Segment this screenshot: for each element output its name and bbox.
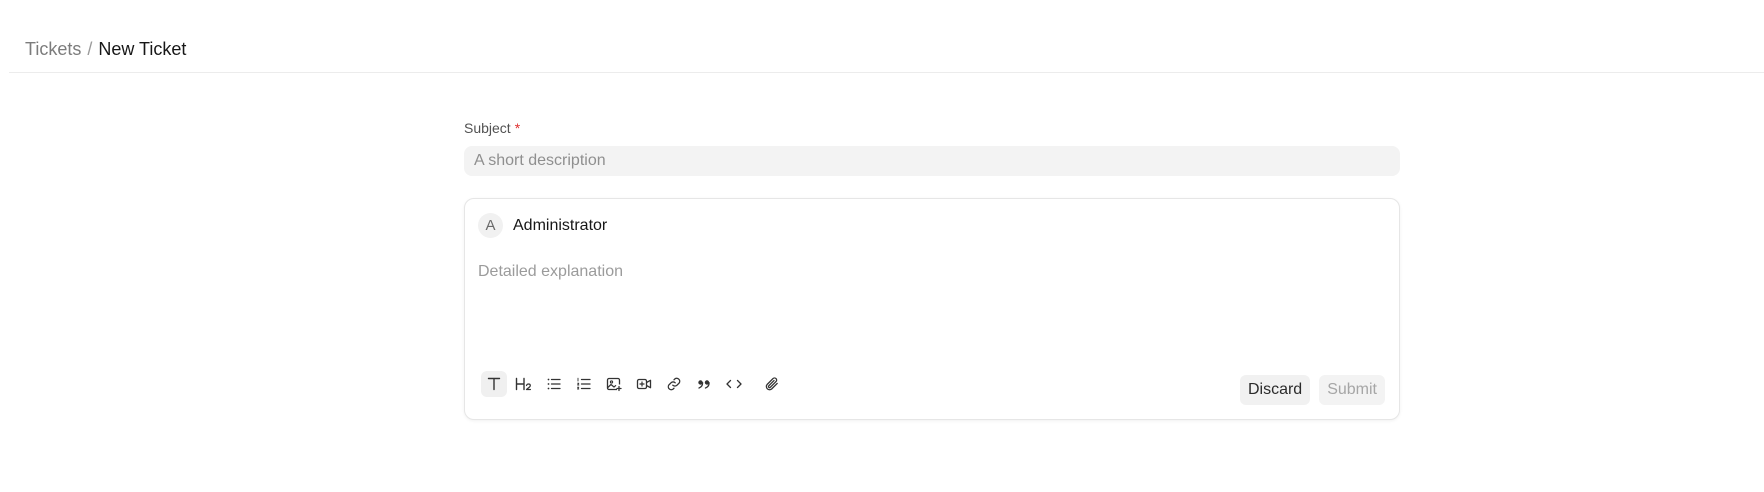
submit-button[interactable]: Submit [1319, 375, 1385, 405]
heading-2-icon[interactable] [511, 371, 537, 397]
avatar: A [478, 213, 503, 238]
breadcrumb-separator: / [87, 39, 93, 59]
blockquote-icon[interactable] [691, 371, 717, 397]
breadcrumb-tickets-link[interactable]: Tickets [25, 38, 81, 60]
author-row: A Administrator [478, 213, 607, 238]
bullet-list-icon[interactable] [541, 371, 567, 397]
description-textarea[interactable]: Detailed explanation [478, 263, 1384, 343]
editor-toolbar [481, 371, 789, 397]
editor-actions: Discard Submit [1239, 375, 1385, 405]
subject-label: Subject * [464, 118, 1400, 138]
page-header: Tickets / New Ticket [9, 0, 1764, 73]
video-icon[interactable] [631, 371, 657, 397]
breadcrumb-current-page: New Ticket [98, 39, 187, 59]
discard-button[interactable]: Discard [1239, 375, 1311, 405]
description-editor: A Administrator Detailed explanation Dis… [464, 198, 1400, 420]
author-name: Administrator [513, 216, 608, 234]
new-ticket-form: Subject * A Administrator Detailed expla… [464, 118, 1400, 420]
link-icon[interactable] [661, 371, 687, 397]
text-style-icon[interactable] [481, 371, 507, 397]
code-icon[interactable] [721, 371, 747, 397]
subject-label-text: Subject [464, 120, 511, 136]
image-icon[interactable] [601, 371, 627, 397]
subject-input[interactable] [464, 146, 1400, 176]
numbered-list-icon[interactable] [571, 371, 597, 397]
required-mark: * [514, 120, 521, 136]
breadcrumb: Tickets / New Ticket [25, 38, 186, 60]
attachment-icon[interactable] [759, 371, 785, 397]
